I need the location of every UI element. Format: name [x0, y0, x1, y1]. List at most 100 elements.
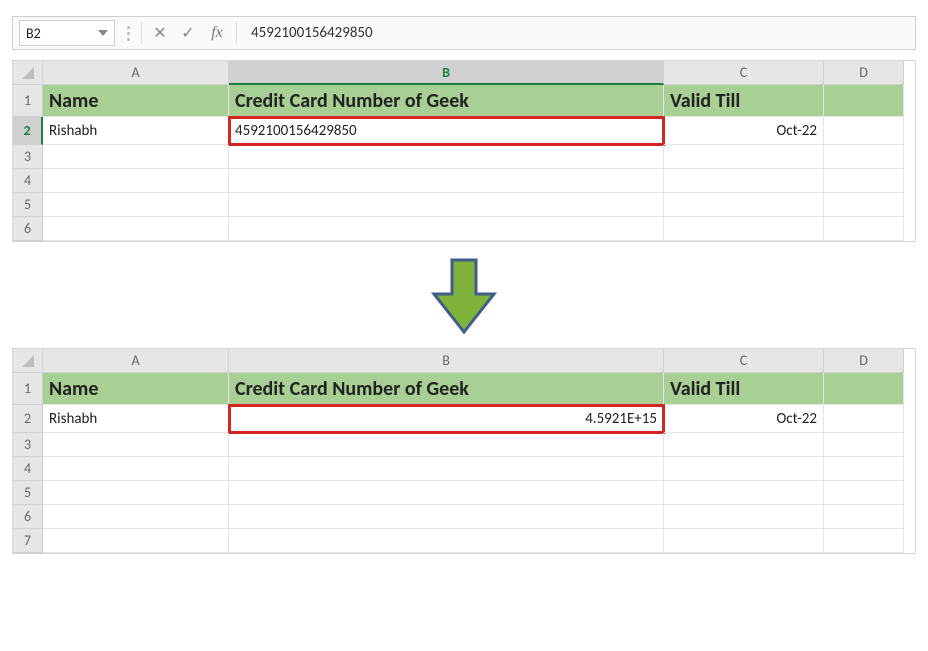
cell[interactable]: [664, 193, 824, 217]
column-header-b[interactable]: B: [229, 61, 664, 85]
cell-name[interactable]: Rishabh: [43, 405, 229, 433]
column-header-b[interactable]: B: [229, 349, 664, 373]
cell[interactable]: [229, 433, 664, 457]
select-all-icon: [22, 355, 34, 367]
cell-valid[interactable]: Oct-22: [664, 405, 824, 433]
cell[interactable]: [229, 457, 664, 481]
cell[interactable]: [664, 169, 824, 193]
fx-icon[interactable]: fx: [206, 24, 228, 42]
select-all-corner[interactable]: [13, 61, 43, 85]
cell[interactable]: [229, 481, 664, 505]
cell[interactable]: [664, 505, 824, 529]
cell[interactable]: [229, 529, 664, 553]
name-box[interactable]: B2: [19, 20, 115, 46]
cell[interactable]: [229, 505, 664, 529]
row-header-4[interactable]: 4: [13, 169, 43, 193]
column-header-c[interactable]: C: [664, 349, 824, 373]
table-row: 4: [13, 457, 915, 481]
cell[interactable]: [229, 217, 664, 241]
table-row: 3: [13, 145, 915, 169]
cell[interactable]: [824, 529, 904, 553]
cell[interactable]: [824, 193, 904, 217]
row-header-3[interactable]: 3: [13, 433, 43, 457]
table-row: 2 Rishabh 4592100156429850 Oct-22: [13, 117, 915, 145]
name-box-value: B2: [26, 25, 41, 42]
header-card[interactable]: Credit Card Number of Geek: [229, 85, 664, 117]
column-header-c[interactable]: C: [664, 61, 824, 85]
cell-valid[interactable]: Oct-22: [664, 117, 824, 145]
table-row: 6: [13, 217, 915, 241]
cell[interactable]: [43, 433, 229, 457]
cell[interactable]: [664, 481, 824, 505]
cell[interactable]: [824, 145, 904, 169]
header-name[interactable]: Name: [43, 85, 229, 117]
formula-input[interactable]: 4592100156429850: [245, 24, 909, 42]
table-row: 3: [13, 433, 915, 457]
cell-d1[interactable]: [824, 373, 904, 405]
cell[interactable]: [824, 505, 904, 529]
cell[interactable]: [664, 433, 824, 457]
cell[interactable]: [824, 217, 904, 241]
cell-name[interactable]: Rishabh: [43, 117, 229, 145]
spreadsheet-after: A B C D 1 Name Credit Card Number of Gee…: [12, 348, 916, 554]
header-valid[interactable]: Valid Till: [664, 373, 824, 405]
row-header-6[interactable]: 6: [13, 217, 43, 241]
cell[interactable]: [664, 145, 824, 169]
cell-card-highlight[interactable]: 4.5921E+15: [229, 405, 664, 433]
column-header-d[interactable]: D: [824, 349, 904, 373]
table-row: 2 Rishabh 4.5921E+15 Oct-22: [13, 405, 915, 433]
header-card[interactable]: Credit Card Number of Geek: [229, 373, 664, 405]
row-header-5[interactable]: 5: [13, 481, 43, 505]
cell[interactable]: [43, 505, 229, 529]
row-header-2[interactable]: 2: [13, 405, 43, 433]
column-header-d[interactable]: D: [824, 61, 904, 85]
row-header-5[interactable]: 5: [13, 193, 43, 217]
cell[interactable]: [824, 481, 904, 505]
cell-d2[interactable]: [824, 405, 904, 433]
cell-d2[interactable]: [824, 117, 904, 145]
spreadsheet-before: A B C D 1 Name Credit Card Number of Gee…: [12, 60, 916, 242]
cell[interactable]: [229, 193, 664, 217]
cell[interactable]: [43, 481, 229, 505]
row-header-7[interactable]: 7: [13, 529, 43, 553]
row-header-1[interactable]: 1: [13, 85, 43, 117]
table-row: 5: [13, 193, 915, 217]
row-header-1[interactable]: 1: [13, 373, 43, 405]
cell[interactable]: [824, 169, 904, 193]
cell[interactable]: [43, 169, 229, 193]
row-header-4[interactable]: 4: [13, 457, 43, 481]
cell[interactable]: [824, 433, 904, 457]
column-header-a[interactable]: A: [43, 61, 229, 85]
cancel-icon[interactable]: ✕: [150, 23, 170, 43]
chevron-down-icon[interactable]: [98, 30, 108, 36]
row-header-3[interactable]: 3: [13, 145, 43, 169]
column-header-row: A B C D: [13, 349, 915, 373]
arrow-down-icon: [12, 254, 916, 338]
cell[interactable]: [664, 217, 824, 241]
select-all-corner[interactable]: [13, 349, 43, 373]
header-name[interactable]: Name: [43, 373, 229, 405]
cell[interactable]: [43, 145, 229, 169]
cell[interactable]: [229, 169, 664, 193]
separator: [236, 22, 237, 44]
cell[interactable]: [43, 193, 229, 217]
cell-card-highlight[interactable]: 4592100156429850: [229, 117, 664, 145]
formula-bar: B2 ✕ ✓ fx 4592100156429850: [12, 16, 916, 50]
table-row: 7: [13, 529, 915, 553]
cell[interactable]: [43, 457, 229, 481]
cell[interactable]: [824, 457, 904, 481]
cell[interactable]: [664, 529, 824, 553]
row-header-6[interactable]: 6: [13, 505, 43, 529]
cell[interactable]: [43, 529, 229, 553]
column-header-row: A B C D: [13, 61, 915, 85]
cell-d1[interactable]: [824, 85, 904, 117]
cell[interactable]: [229, 145, 664, 169]
column-header-a[interactable]: A: [43, 349, 229, 373]
table-row: 4: [13, 169, 915, 193]
row-header-2[interactable]: 2: [13, 117, 43, 145]
cell[interactable]: [43, 217, 229, 241]
header-valid[interactable]: Valid Till: [664, 85, 824, 117]
drag-handle-icon: [123, 20, 133, 46]
accept-icon[interactable]: ✓: [178, 23, 198, 43]
cell[interactable]: [664, 457, 824, 481]
